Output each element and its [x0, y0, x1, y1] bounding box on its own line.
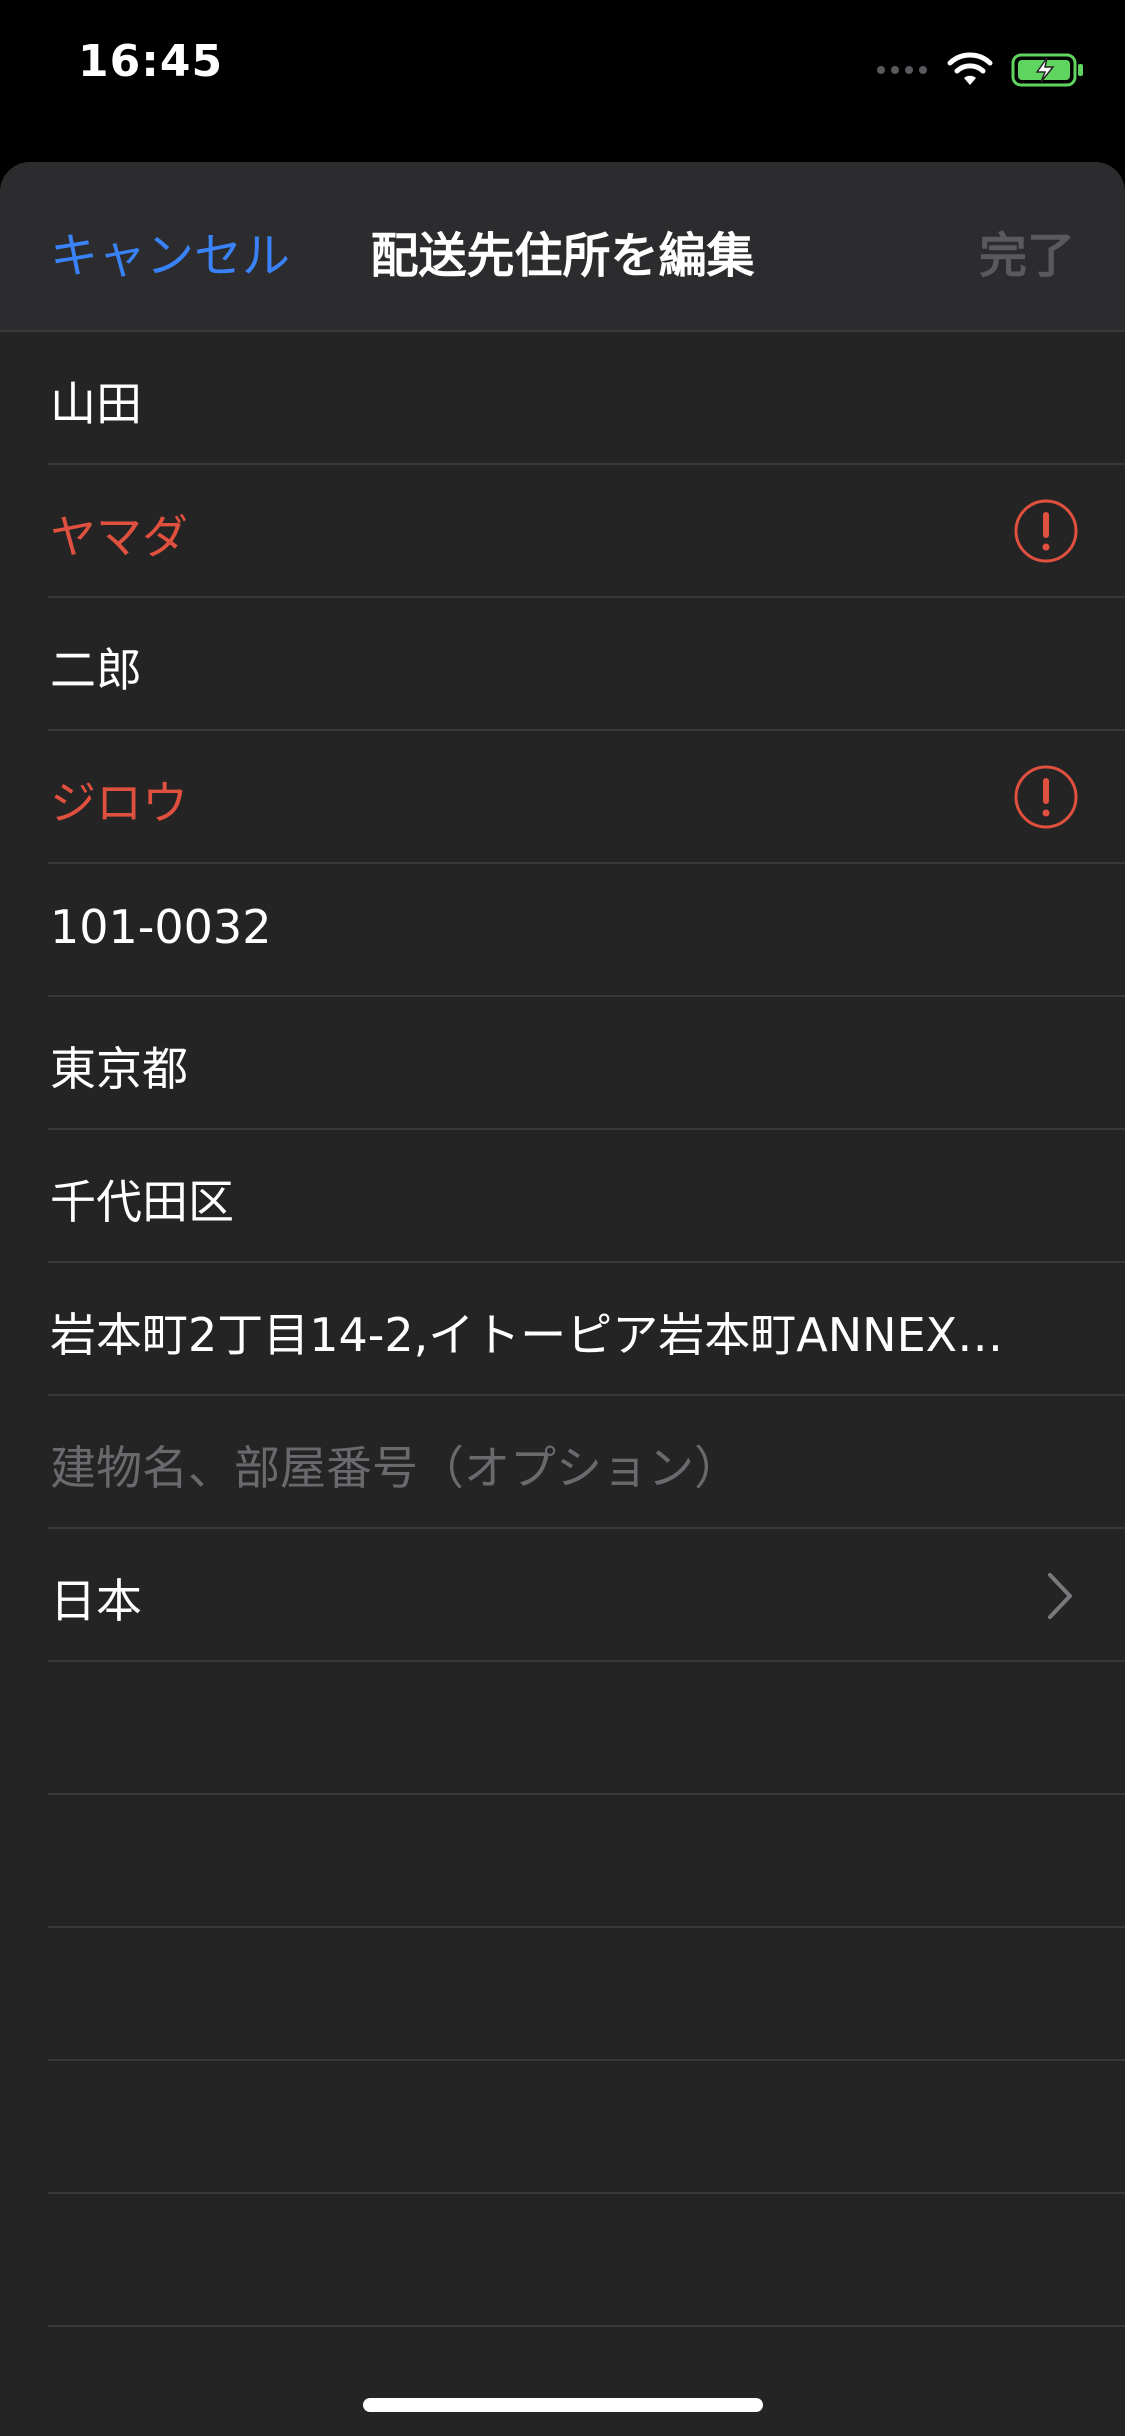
chevron-right-icon	[1048, 1573, 1072, 1619]
navigation-bar: キャンセル 配送先住所を編集 完了	[0, 162, 1125, 332]
error-exclamation-icon	[1014, 765, 1078, 829]
last-name-kana-value: ヤマダ	[50, 510, 188, 564]
status-bar: 16:45	[0, 0, 1125, 140]
postal-code-field[interactable]: 101-0032	[48, 864, 1125, 997]
signal-icon	[871, 66, 927, 74]
first-name-value: 二郎	[50, 643, 142, 697]
empty-row	[48, 2194, 1125, 2327]
empty-row	[48, 1662, 1125, 1795]
city-field[interactable]: 千代田区	[48, 1130, 1125, 1263]
error-exclamation-icon	[1014, 499, 1078, 563]
edit-address-sheet: キャンセル 配送先住所を編集 完了 山田 ヤマダ 二郎 ジロウ 101-0032…	[0, 162, 1125, 2436]
postal-code-value: 101-0032	[50, 900, 272, 954]
prefecture-value: 東京都	[50, 1042, 188, 1096]
last-name-value: 山田	[50, 377, 142, 431]
address-form: 山田 ヤマダ 二郎 ジロウ 101-0032 東京都 千代田区 岩本町2丁目14…	[0, 332, 1125, 2327]
prefecture-field[interactable]: 東京都	[48, 997, 1125, 1130]
wifi-icon	[947, 52, 993, 85]
first-name-kana-field[interactable]: ジロウ	[48, 731, 1125, 864]
status-time: 16:45	[78, 36, 224, 87]
battery-charging-icon	[1011, 53, 1083, 87]
home-indicator[interactable]	[363, 2398, 763, 2412]
building-field[interactable]: 建物名、部屋番号（オプション）	[48, 1396, 1125, 1529]
first-name-kana-value: ジロウ	[50, 776, 188, 830]
building-placeholder: 建物名、部屋番号（オプション）	[50, 1441, 740, 1495]
first-name-field[interactable]: 二郎	[48, 598, 1125, 731]
empty-row	[48, 1928, 1125, 2061]
address-value: 岩本町2丁目14-2,イトーピア岩本町ANNEX…	[50, 1308, 1004, 1362]
last-name-field[interactable]: 山田	[48, 332, 1125, 465]
country-value: 日本	[50, 1574, 142, 1628]
empty-row	[48, 2061, 1125, 2194]
page-title: 配送先住所を編集	[370, 228, 755, 284]
last-name-kana-field[interactable]: ヤマダ	[48, 465, 1125, 598]
status-icons	[871, 48, 1085, 92]
address-field[interactable]: 岩本町2丁目14-2,イトーピア岩本町ANNEX…	[48, 1263, 1125, 1396]
country-selector[interactable]: 日本	[48, 1529, 1125, 1662]
city-value: 千代田区	[50, 1175, 234, 1229]
empty-row	[48, 1795, 1125, 1928]
done-button[interactable]: 完了	[979, 216, 1075, 286]
